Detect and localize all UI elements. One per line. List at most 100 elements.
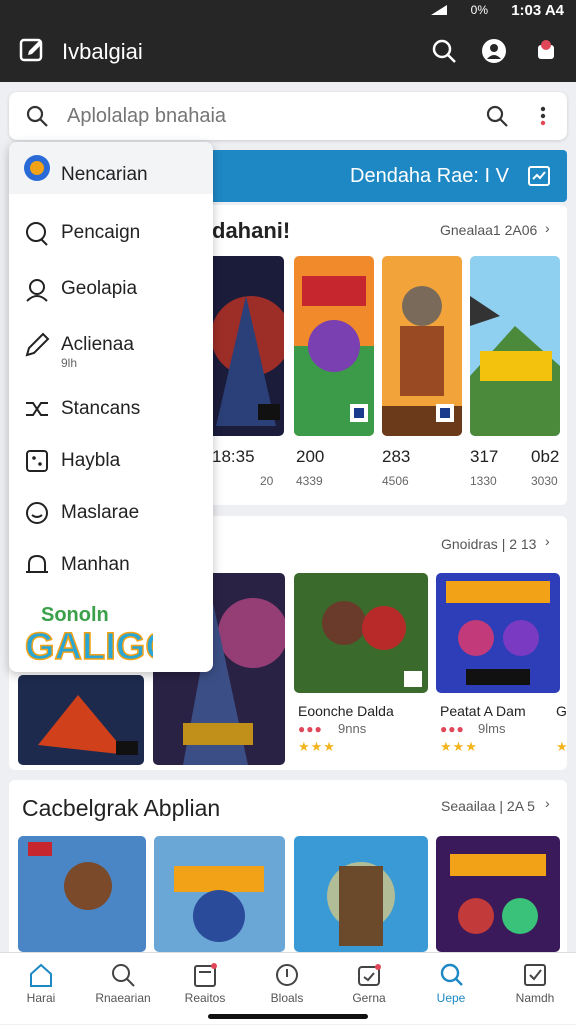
pencil-icon [25, 332, 50, 357]
battery-percent: 0% [470, 3, 488, 17]
drawer-item-label: Pencaign [61, 222, 141, 243]
game-substat: 3030 [531, 474, 558, 488]
section-see-all-link[interactable]: Gnoidras | 2 13 [441, 536, 536, 552]
drawer-item[interactable]: Aclienaa 9lh [9, 320, 213, 380]
compass-icon [276, 964, 298, 986]
game-title[interactable]: Peatat A Dam [440, 703, 526, 719]
clock: 1:03 A4 [511, 2, 564, 19]
nav-tab-user[interactable]: Uepe [410, 953, 492, 1025]
search-icon [112, 964, 135, 987]
promo-banner[interactable]: Dendaha Rae: I V [200, 150, 567, 202]
drawer-item-label: Geolapia [61, 278, 138, 299]
more-vert-icon[interactable] [533, 102, 553, 130]
home-indicator[interactable] [208, 1014, 368, 1019]
chevron-right-icon[interactable]: › [545, 220, 550, 236]
section-see-all-link[interactable]: Gnealaa1 2A06 [440, 222, 537, 238]
drawer-item-label: Aclienaa [61, 334, 134, 355]
nav-label: Harai [26, 991, 56, 1005]
nav-label: Reaitos [184, 991, 226, 1005]
app-logo-icon [24, 155, 50, 181]
game-stat: 0b2 [531, 447, 560, 466]
drawer-item[interactable]: Maslarae [9, 488, 213, 538]
game-thumbnail[interactable] [436, 836, 560, 952]
drawer-item-label: Nencarian [61, 164, 148, 185]
game-thumbnail[interactable] [436, 573, 560, 693]
home-icon [30, 963, 52, 987]
drawer-item[interactable]: Manhan [9, 540, 213, 590]
game-meta: 9nns [338, 721, 367, 736]
news-icon [194, 963, 217, 987]
section-see-all-link[interactable]: Seaailaa | 2A 5 [441, 798, 535, 814]
search-submit-icon[interactable] [485, 104, 509, 128]
drawer-item[interactable]: Haybla [9, 436, 213, 486]
svg-text:Sonoln: Sonoln [41, 604, 109, 626]
game-thumbnail[interactable] [294, 256, 374, 436]
game-thumbnail[interactable] [294, 836, 428, 952]
drawer-item-label: Manhan [61, 554, 130, 575]
badge-dots: ●●● [440, 722, 465, 736]
game-stat: 317 [470, 447, 499, 466]
search-icon[interactable] [430, 37, 458, 65]
game-title[interactable]: G [556, 703, 567, 719]
drawer-item-label: Haybla [61, 450, 121, 471]
nav-label: Gerna [352, 991, 386, 1005]
signal-icon [431, 5, 447, 15]
edit-icon[interactable] [18, 37, 46, 65]
game-stat: 200 [296, 447, 325, 466]
smiley-icon [26, 502, 48, 524]
game-substat: 1330 [470, 474, 497, 488]
section-title: dahani! [212, 218, 291, 243]
drawer-item-label: Stancans [61, 398, 141, 419]
location-icon [26, 279, 48, 302]
trend-icon [528, 166, 550, 186]
search-icon [26, 105, 48, 127]
drawer-item[interactable]: Stancans [9, 384, 213, 434]
game-thumbnail[interactable] [470, 256, 560, 436]
nav-label: Rnaearian [95, 991, 151, 1005]
game-stat: 18:35 [212, 447, 255, 466]
search-input[interactable] [67, 102, 467, 130]
rating-stars: ★★★ [298, 739, 336, 754]
drawer-item[interactable]: Pencaign [9, 208, 213, 258]
game-thumbnail[interactable] [206, 256, 284, 436]
banner-text: Dendaha Rae: I V [350, 165, 509, 187]
drawer-item[interactable]: Geolapia [9, 264, 213, 314]
nav-tab-search[interactable]: Rnaearian [82, 953, 164, 1025]
rating-stars: ★ [556, 739, 569, 754]
profile-icon[interactable] [480, 37, 508, 65]
section-title: Cacbelgrak Abplian [22, 795, 221, 821]
nav-tab-more[interactable]: Namdh [494, 953, 576, 1025]
notification-icon[interactable] [532, 37, 560, 65]
game-substat: 4339 [296, 474, 323, 488]
checklist-icon [524, 964, 546, 986]
game-thumbnail[interactable] [154, 836, 285, 952]
search-bar [9, 92, 567, 140]
game-substat: 4506 [382, 474, 409, 488]
nav-label: Namdh [515, 991, 555, 1005]
game-thumbnail[interactable] [18, 836, 146, 952]
nav-drawer: Nencarian Pencaign Geolapia Aclienaa 9lh… [9, 142, 213, 672]
drawer-item-sublabel: 9lh [61, 356, 78, 370]
chevron-right-icon[interactable]: › [545, 795, 550, 811]
bell-icon [26, 554, 48, 573]
gamepad-icon [358, 964, 381, 986]
game-thumbnail[interactable] [382, 256, 462, 436]
app-bar: Ivbalgiai [0, 22, 576, 82]
drawer-item-label: Maslarae [61, 502, 140, 523]
game-meta: 9lms [478, 721, 506, 736]
nav-tab-home[interactable]: Harai [0, 953, 82, 1025]
user-search-icon [440, 963, 463, 986]
status-bar: 0% 1:03 A4 [0, 0, 576, 22]
drawer-item[interactable]: Nencarian [9, 142, 213, 194]
game-thumbnail[interactable] [18, 675, 144, 765]
app-title: Ivbalgiai [62, 39, 143, 64]
game-title[interactable]: Eoonche Dalda [298, 703, 394, 719]
game-thumbnail[interactable] [294, 573, 428, 693]
galigc-logo: Sonoln GALIGC [24, 604, 153, 667]
chevron-right-icon[interactable]: › [545, 533, 550, 549]
nav-label: Uepe [436, 991, 466, 1005]
game-stat: 283 [382, 447, 411, 466]
nav-label: Bloals [270, 991, 304, 1005]
rating-stars: ★★★ [440, 739, 478, 754]
badge-dots: ●●● [298, 722, 323, 736]
